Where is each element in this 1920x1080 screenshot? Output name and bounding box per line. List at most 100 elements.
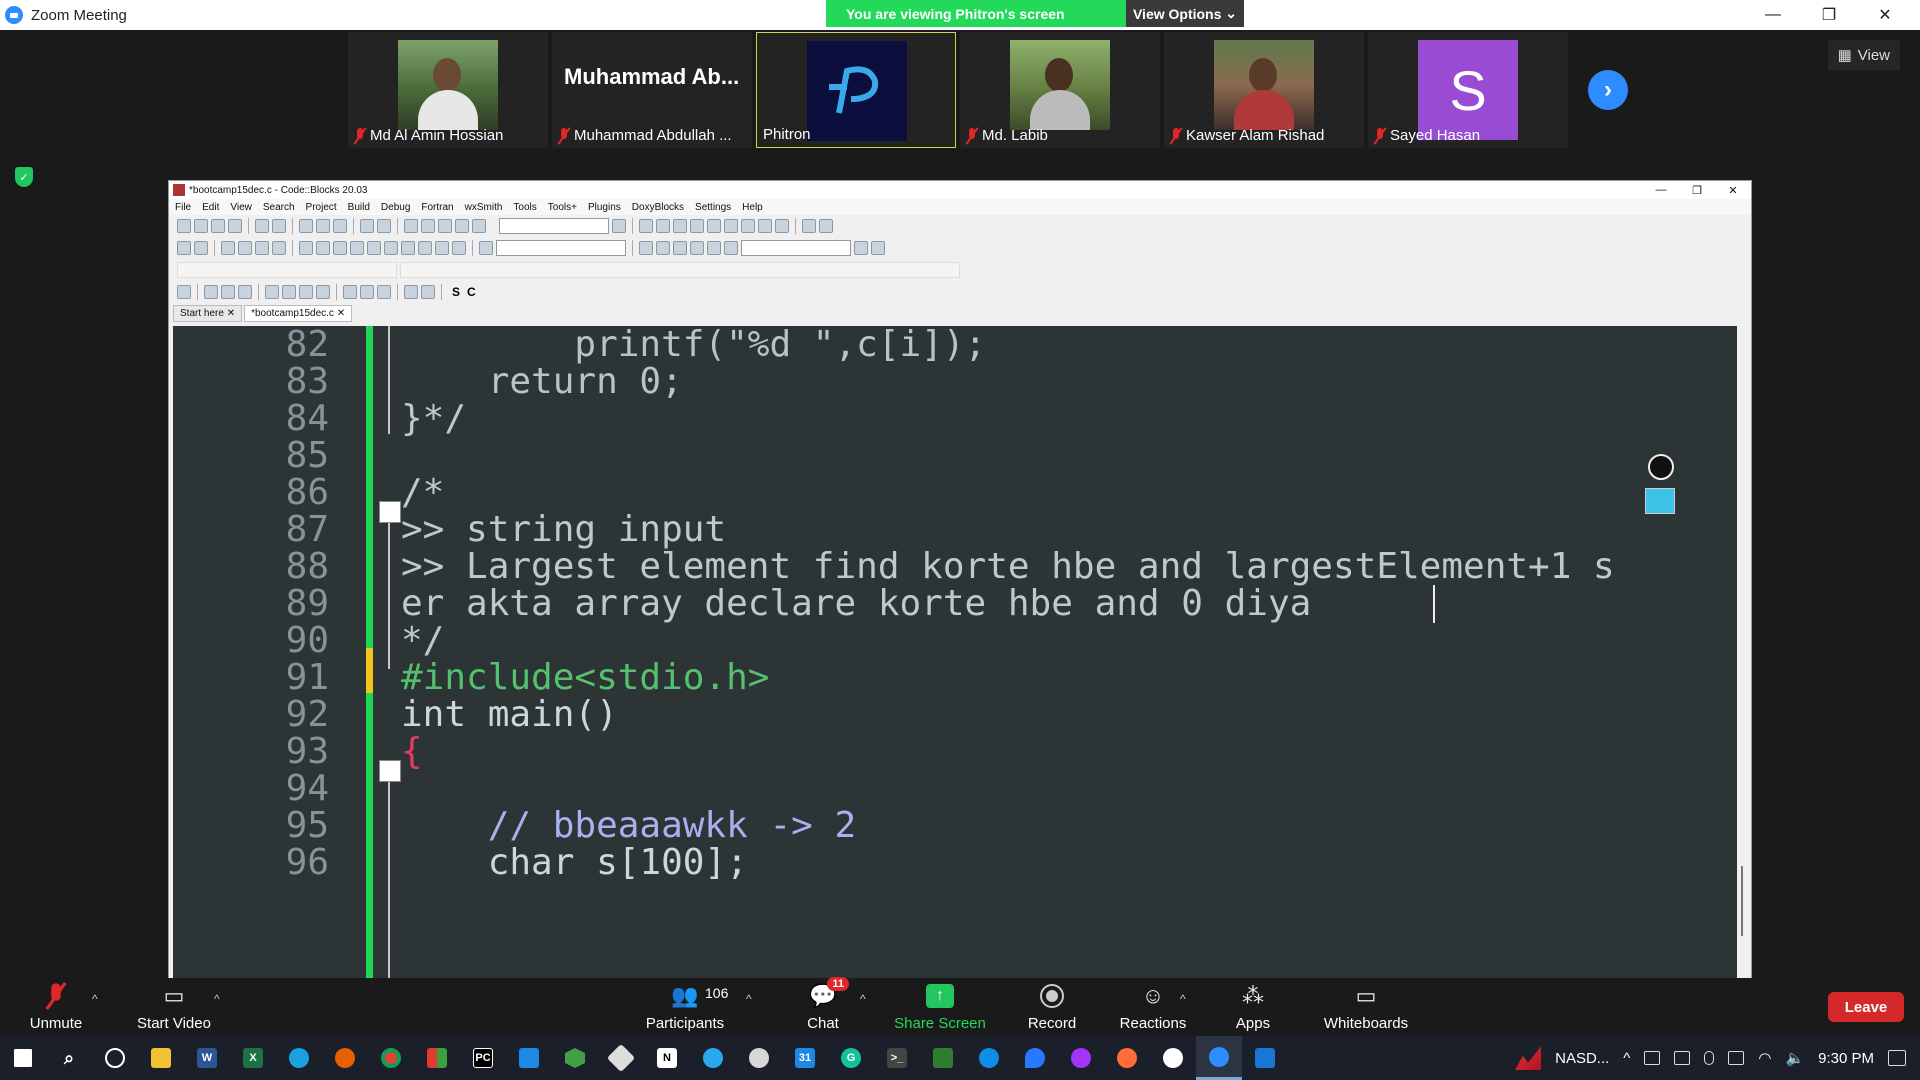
- taskbar-telegram[interactable]: [690, 1036, 736, 1080]
- redo-icon[interactable]: [272, 219, 286, 233]
- microphone-icon[interactable]: [1704, 1051, 1715, 1065]
- build-icon[interactable]: [404, 219, 418, 233]
- save-all-icon[interactable]: [228, 219, 242, 233]
- cb-minimize-button[interactable]: —: [1643, 181, 1679, 199]
- cb-close-button[interactable]: ✕: [1715, 181, 1751, 199]
- menu-help[interactable]: Help: [742, 202, 763, 213]
- menu-tools[interactable]: Tools: [513, 202, 536, 213]
- block-comment-icon[interactable]: [333, 241, 347, 255]
- whiteboards-button[interactable]: ▭ Whiteboards: [1316, 978, 1416, 1036]
- border-right-icon[interactable]: [360, 285, 374, 299]
- participant-tile[interactable]: Md. Labib: [960, 32, 1160, 148]
- stop-debugger-icon[interactable]: [775, 219, 789, 233]
- box-sizer-icon[interactable]: [282, 285, 296, 299]
- doxy-line-icon[interactable]: [384, 241, 398, 255]
- debug-run-icon[interactable]: [639, 219, 653, 233]
- panel-icon[interactable]: [221, 285, 235, 299]
- step-instruction-icon[interactable]: [741, 219, 755, 233]
- search-combo[interactable]: [496, 240, 626, 256]
- function-combo[interactable]: [741, 240, 851, 256]
- taskbar-pycharm[interactable]: PC: [460, 1036, 506, 1080]
- participant-tile[interactable]: S Sayed Hasan: [1368, 32, 1568, 148]
- search-button[interactable]: ⌕: [46, 1036, 92, 1080]
- taskbar-explorer[interactable]: [138, 1036, 184, 1080]
- participant-tile[interactable]: Kawser Alam Rishad: [1164, 32, 1364, 148]
- participant-tile[interactable]: Muhammad Ab... Muhammad Abdullah ...: [552, 32, 752, 148]
- taskbar-app-dark[interactable]: [1150, 1036, 1196, 1080]
- lightbulb-icon[interactable]: [1648, 454, 1674, 480]
- menu-edit[interactable]: Edit: [202, 202, 219, 213]
- debug-windows-icon[interactable]: [802, 219, 816, 233]
- uncomment-icon[interactable]: [316, 241, 330, 255]
- taskbar-notion[interactable]: N: [644, 1036, 690, 1080]
- taskbar-app-green[interactable]: [920, 1036, 966, 1080]
- view-button[interactable]: ▦ View: [1827, 40, 1900, 70]
- close-icon[interactable]: ✕: [227, 308, 235, 319]
- taskbar-zoom[interactable]: [1196, 1036, 1242, 1080]
- close-button[interactable]: ✕: [1857, 0, 1913, 30]
- ticker-label[interactable]: NASD...: [1555, 1050, 1609, 1067]
- menu-project[interactable]: Project: [306, 202, 337, 213]
- rebuild-icon[interactable]: [455, 219, 469, 233]
- border-left-icon[interactable]: [343, 285, 357, 299]
- grid-sizer-icon[interactable]: [299, 285, 313, 299]
- break-debugger-icon[interactable]: [758, 219, 772, 233]
- flex-sizer-icon[interactable]: [316, 285, 330, 299]
- taskbar-teamviewer[interactable]: [966, 1036, 1012, 1080]
- next-page-arrow-icon[interactable]: ›: [1588, 70, 1628, 110]
- notification-icon[interactable]: [1888, 1050, 1906, 1066]
- pointer-icon[interactable]: [177, 285, 191, 299]
- participants-button[interactable]: 👥 106 Participants: [640, 978, 730, 1036]
- menu-debug[interactable]: Debug: [381, 202, 410, 213]
- undo-icon[interactable]: [255, 219, 269, 233]
- next-line-icon[interactable]: [673, 219, 687, 233]
- menu-build[interactable]: Build: [348, 202, 370, 213]
- menu-settings[interactable]: Settings: [695, 202, 731, 213]
- find-next-icon[interactable]: [656, 241, 670, 255]
- play-macro-icon[interactable]: [452, 241, 466, 255]
- menu-tools-plus[interactable]: Tools+: [548, 202, 577, 213]
- scope-select[interactable]: [177, 262, 397, 278]
- taskbar-postman[interactable]: [1104, 1036, 1150, 1080]
- debug-info-icon[interactable]: [819, 219, 833, 233]
- symbol-select[interactable]: [400, 262, 960, 278]
- taskbar-vscode[interactable]: [506, 1036, 552, 1080]
- tab-start-here[interactable]: Start here ✕: [173, 305, 243, 322]
- menu-fortran[interactable]: Fortran: [421, 202, 453, 213]
- taskbar-terminal[interactable]: >_: [874, 1036, 920, 1080]
- restore-button[interactable]: ❐: [1801, 0, 1857, 30]
- find-icon[interactable]: [360, 219, 374, 233]
- assistant-icon[interactable]: [1645, 488, 1675, 514]
- tab-bootcamp15dec[interactable]: *bootcamp15dec.c ✕: [244, 305, 353, 322]
- view-options-button[interactable]: View Options ⌄: [1126, 0, 1244, 27]
- prev-change-icon[interactable]: [418, 241, 432, 255]
- s-letter-icon[interactable]: S: [452, 285, 460, 299]
- taskbar-edge[interactable]: [276, 1036, 322, 1080]
- participant-tile[interactable]: Md Al Amin Hossian: [348, 32, 548, 148]
- save-icon[interactable]: [211, 219, 225, 233]
- battery-icon[interactable]: [1674, 1051, 1691, 1065]
- replace-icon[interactable]: [377, 219, 391, 233]
- target-settings-icon[interactable]: [612, 219, 626, 233]
- video-options-caret-icon[interactable]: ^: [214, 992, 220, 1006]
- bookmark-prev-icon[interactable]: [238, 241, 252, 255]
- minimize-button[interactable]: —: [1745, 0, 1801, 30]
- taskbar-excel[interactable]: X: [230, 1036, 276, 1080]
- chat-caret-icon[interactable]: ^: [860, 992, 866, 1006]
- taskbar-calendar[interactable]: 31: [782, 1036, 828, 1080]
- step-out-icon[interactable]: [707, 219, 721, 233]
- taskbar-snip[interactable]: [736, 1036, 782, 1080]
- audio-options-caret-icon[interactable]: ^: [92, 992, 98, 1006]
- bookmark-clear-icon[interactable]: [272, 241, 286, 255]
- reactions-button[interactable]: ☺ Reactions: [1116, 978, 1190, 1036]
- jump-forward-icon[interactable]: [194, 241, 208, 255]
- find-prev-icon[interactable]: [639, 241, 653, 255]
- participant-tile-active[interactable]: Phitron: [756, 32, 956, 148]
- code-editor[interactable]: 82 printf("%d ",c[i]); 83 return 0; 84}*…: [173, 326, 1741, 994]
- unmute-button[interactable]: Unmute: [20, 978, 92, 1036]
- record-button[interactable]: Record: [1022, 978, 1082, 1036]
- start-button[interactable]: [0, 1036, 46, 1080]
- cortana-button[interactable]: [92, 1036, 138, 1080]
- wifi-icon[interactable]: ◠: [1758, 1049, 1771, 1067]
- security-shield-icon[interactable]: ✓: [15, 167, 33, 187]
